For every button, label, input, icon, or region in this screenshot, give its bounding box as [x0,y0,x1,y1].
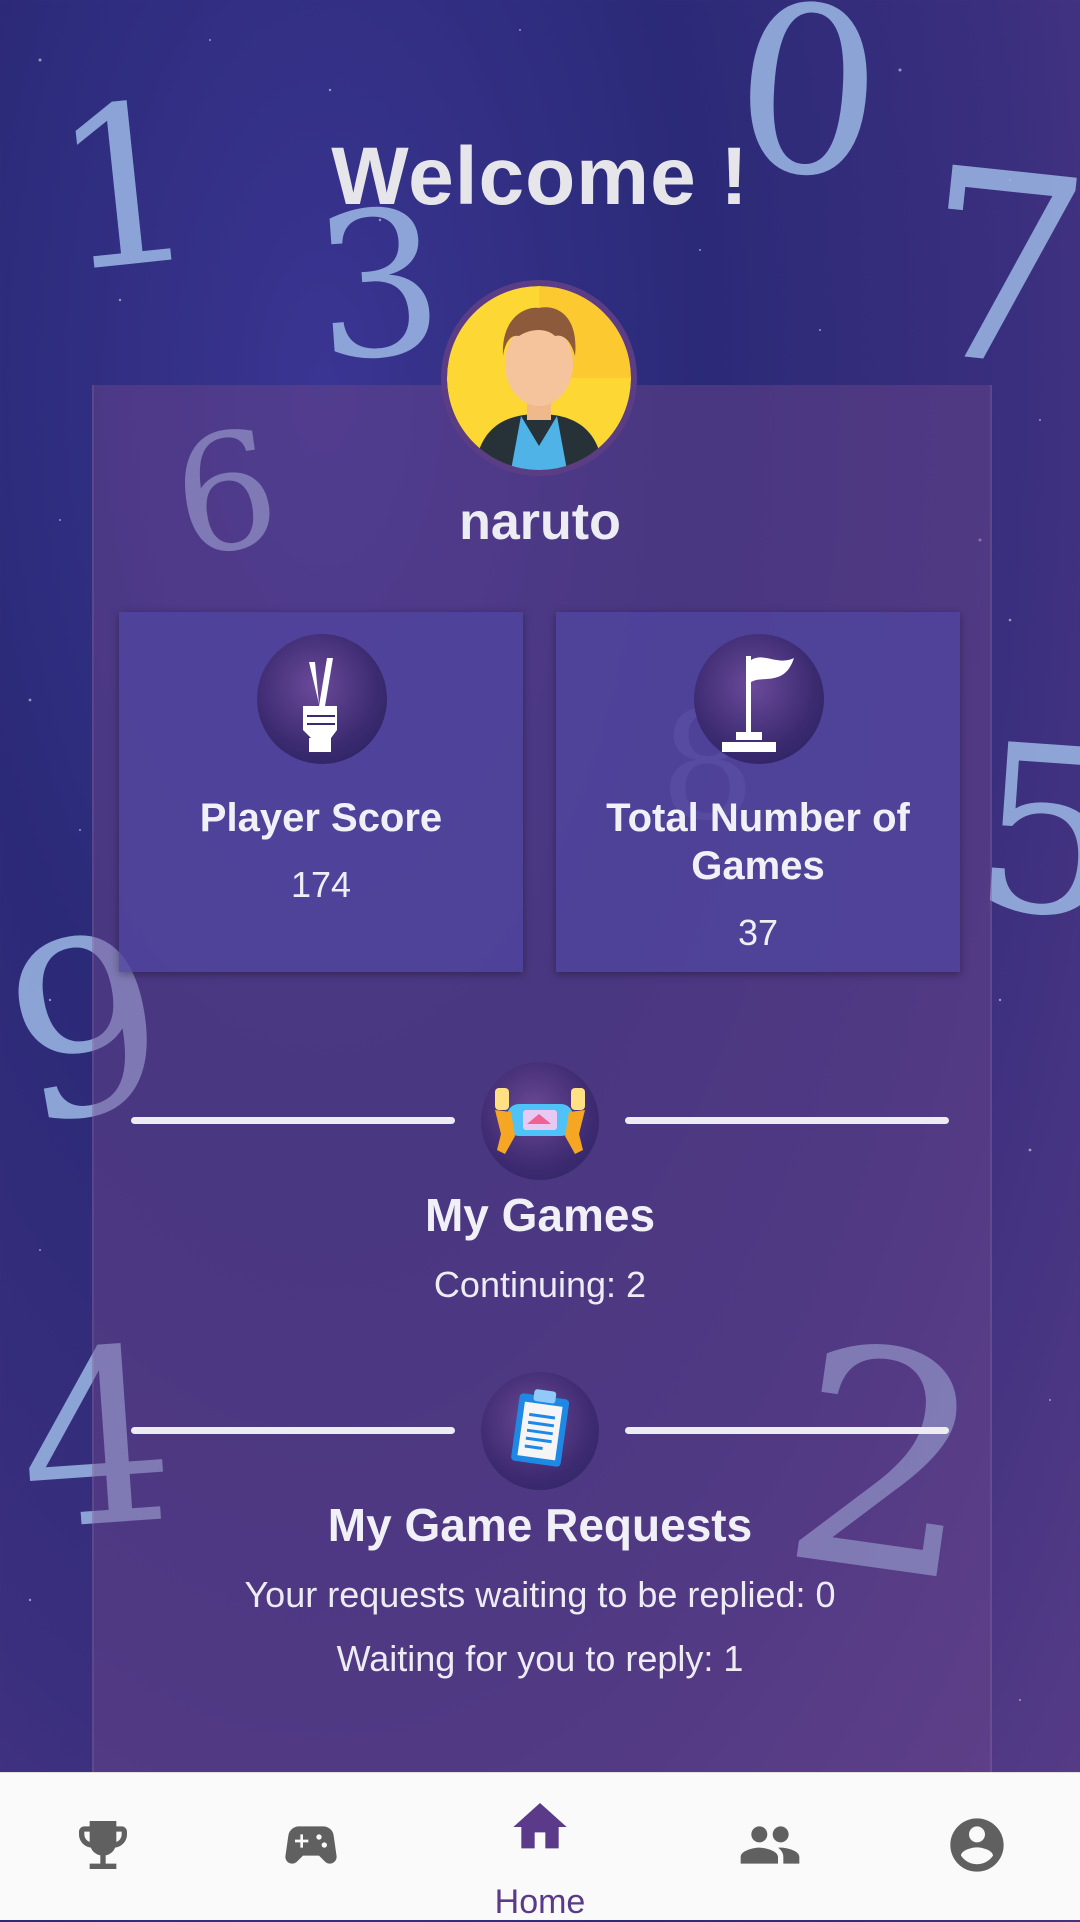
total-games-value: 37 [737,912,779,953]
game-requests-title[interactable]: My Game Requests [0,1498,1080,1552]
trophy-icon [79,1821,127,1869]
nav-item-games[interactable] [236,1773,386,1920]
total-games-label: Total Number of Games [606,796,910,888]
my-games-title[interactable]: My Games [0,1188,1080,1242]
nav-label-home: Home [494,1883,586,1921]
total-games-card: Total Number of Games 37 [556,612,960,972]
user-avatar-icon [447,286,631,470]
gamepad-icon [285,1826,337,1864]
bottom-navigation: Home [0,1772,1080,1921]
home-icon [513,1803,567,1849]
requests-waiting-replied: Your requests waiting to be replied: 0 [244,1574,836,1615]
flag-icon [694,634,824,764]
handheld-console-icon[interactable] [481,1062,599,1180]
requests-waiting-you: Waiting for you to reply: 1 [336,1638,744,1679]
nav-item-friends[interactable] [695,1773,845,1920]
nav-item-leaderboard[interactable] [28,1773,178,1920]
player-score-label: Player Score [199,796,443,840]
peace-hand-icon [257,634,387,764]
friends-icon [740,1826,800,1864]
clipboard-icon[interactable] [481,1372,599,1490]
player-score-value: 174 [290,864,352,905]
nav-item-home[interactable]: Home [465,1773,615,1921]
account-icon [950,1818,1004,1872]
my-games-divider-right [625,1117,949,1124]
my-games-divider-left [131,1117,455,1124]
continuing-games-count: Continuing: 2 [433,1264,647,1305]
nav-item-profile[interactable] [902,1773,1052,1920]
requests-divider-right [625,1427,949,1434]
player-score-card: Player Score 174 [119,612,523,972]
requests-divider-left [131,1427,455,1434]
page-title: Welcome ! [331,131,749,222]
username: naruto [459,493,621,551]
avatar[interactable] [441,280,637,476]
